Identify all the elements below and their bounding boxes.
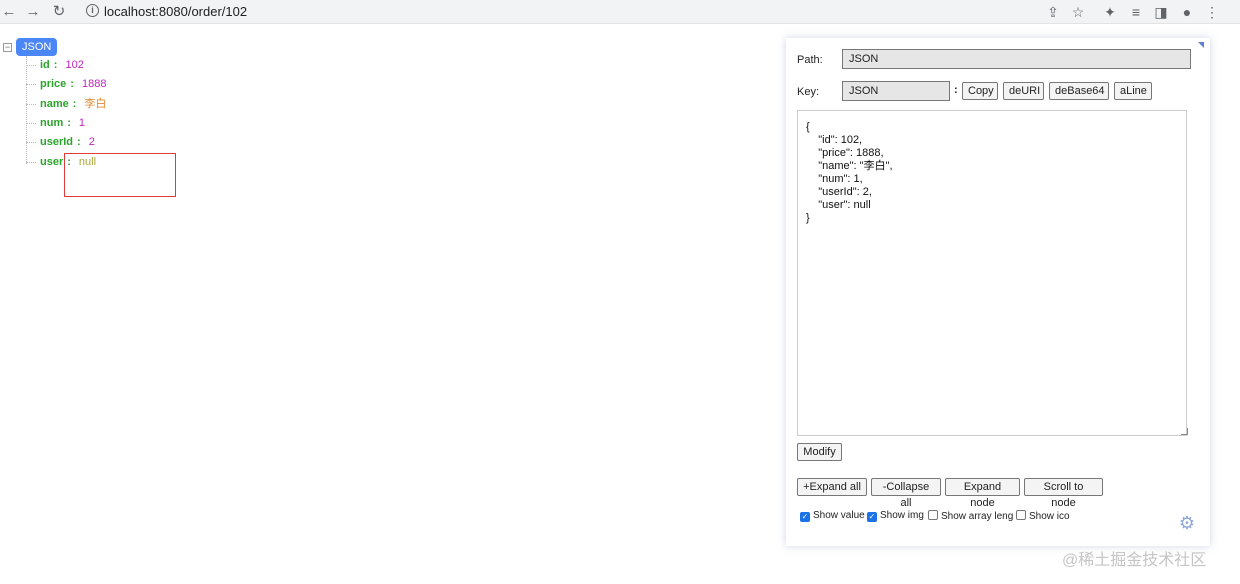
checkbox-checked-icon[interactable]: ✓ xyxy=(867,512,877,522)
tree-branch-line xyxy=(26,141,36,143)
watermark: @稀土掘金技术社区 xyxy=(1062,552,1207,569)
tree-node-id[interactable]: id:102 xyxy=(26,56,84,74)
tree-node-key[interactable]: name xyxy=(40,98,69,110)
checkbox-unchecked-icon[interactable] xyxy=(928,510,938,520)
checkbox-label: Show array leng xyxy=(941,511,1014,522)
modify-button[interactable]: Modify xyxy=(797,443,842,461)
aline-button[interactable]: aLine xyxy=(1114,82,1152,100)
debase64-button[interactable]: deBase64 xyxy=(1049,82,1109,100)
reading-list-icon[interactable]: ≡ xyxy=(1127,3,1145,21)
expand-node-button[interactable]: Expand node xyxy=(945,478,1020,509)
tree-node-price[interactable]: price:1888 xyxy=(26,75,106,93)
checkbox-label: Show ico xyxy=(1029,511,1070,522)
resize-grip-icon[interactable] xyxy=(1181,428,1188,435)
side-panel-icon[interactable]: ◨ xyxy=(1152,3,1170,21)
checkbox-option[interactable]: Show array leng xyxy=(928,510,1013,522)
tree-node-userId[interactable]: userId:2 xyxy=(26,133,95,151)
checkbox-unchecked-icon[interactable] xyxy=(1016,510,1026,520)
checkbox-label: Show img xyxy=(880,510,924,521)
checkbox-option[interactable]: Show ico xyxy=(1016,510,1070,522)
scroll-to-node-button[interactable]: Scroll to node xyxy=(1024,478,1103,509)
checkbox-label: Show value xyxy=(813,510,865,521)
tree-node-colon: : xyxy=(77,136,81,148)
menu-icon[interactable]: ⋮ xyxy=(1203,3,1221,21)
collapse-toggle-icon[interactable]: − xyxy=(3,43,12,52)
tree-node-value[interactable]: 1888 xyxy=(82,78,106,90)
tree-node-key[interactable]: id xyxy=(40,59,50,71)
expand-all-button[interactable]: +Expand all xyxy=(797,478,867,496)
share-icon[interactable]: ⇪ xyxy=(1044,3,1062,21)
tree-branch-line xyxy=(26,161,36,163)
back-arrow-icon[interactable]: ← xyxy=(0,3,18,21)
checkbox-checked-icon[interactable]: ✓ xyxy=(800,512,810,522)
path-field[interactable]: JSON xyxy=(842,49,1191,69)
url-text[interactable]: localhost:8080/order/102 xyxy=(104,4,247,19)
tree-node-key[interactable]: user xyxy=(40,156,63,168)
tree-branch-line xyxy=(26,103,36,105)
json-editor-textarea[interactable]: { "id": 102, "price": 1888, "name": "李白"… xyxy=(797,110,1187,436)
profile-icon[interactable]: ● xyxy=(1178,3,1196,21)
tree-node-colon: : xyxy=(53,59,58,71)
gear-icon[interactable]: ⚙ xyxy=(1178,514,1196,532)
checkbox-option[interactable]: ✓ Show img xyxy=(867,510,924,522)
info-icon[interactable]: i xyxy=(86,4,99,17)
tree-branch-line xyxy=(26,122,36,124)
highlight-annotation-box xyxy=(64,153,176,197)
collapse-all-button[interactable]: -Collapse all xyxy=(871,478,941,509)
tree-root-node[interactable]: JSON xyxy=(16,38,58,56)
forward-arrow-icon[interactable]: → xyxy=(24,3,42,21)
star-icon[interactable]: ☆ xyxy=(1069,3,1087,21)
address-bar[interactable]: i localhost:8080/order/102 xyxy=(78,0,1030,22)
tree-node-key[interactable]: num xyxy=(40,117,63,129)
tree-branch-line xyxy=(26,83,36,85)
tree-node-key[interactable]: userId xyxy=(40,136,73,148)
tree-node-colon: : xyxy=(72,98,77,110)
tree-node-colon: : xyxy=(70,78,74,90)
deuri-button[interactable]: deURI xyxy=(1003,82,1044,100)
tree-node-value[interactable]: 2 xyxy=(89,136,95,148)
key-field[interactable]: JSON xyxy=(842,81,950,101)
tree-node-value[interactable]: 李白 xyxy=(84,98,106,110)
browser-toolbar: ← → ↻ i localhost:8080/order/102 ⇪ ☆ ✦ ≡… xyxy=(0,0,1240,24)
tree-node-colon: : xyxy=(67,117,71,129)
tree-branch-line xyxy=(26,64,36,66)
reload-icon[interactable]: ↻ xyxy=(50,3,68,21)
copy-button[interactable]: Copy xyxy=(962,82,998,100)
key-colon: : xyxy=(954,84,958,96)
tree-node-num[interactable]: num:1 xyxy=(26,114,85,132)
extensions-icon[interactable]: ✦ xyxy=(1101,3,1119,21)
path-label: Path: xyxy=(797,54,823,66)
json-tool-panel: Path: JSON Key: JSON : Copy deURI deBase… xyxy=(786,38,1210,546)
panel-corner-icon[interactable] xyxy=(1198,42,1204,48)
tree-node-key[interactable]: price xyxy=(40,78,66,90)
tree-node-name[interactable]: name: 李白 xyxy=(26,95,106,113)
tree-node-value[interactable]: 102 xyxy=(65,59,83,71)
tree-node-value[interactable]: 1 xyxy=(79,117,85,129)
checkbox-option[interactable]: ✓ Show value xyxy=(800,510,865,522)
key-label: Key: xyxy=(797,86,820,98)
